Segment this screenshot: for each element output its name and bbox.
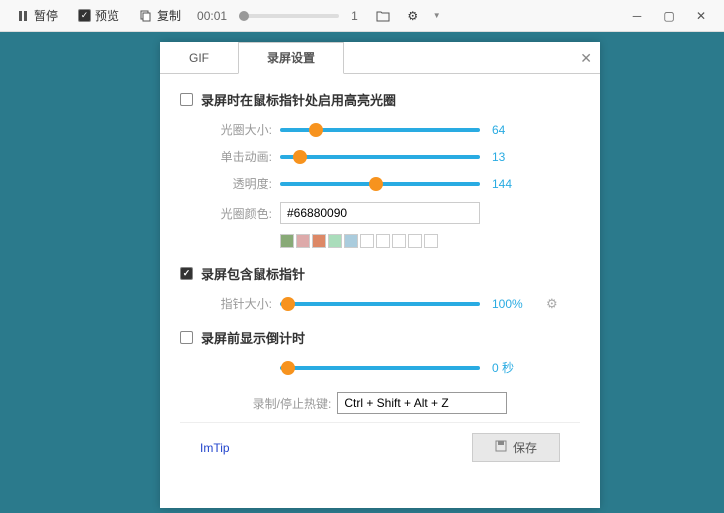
copy-icon bbox=[139, 9, 153, 23]
pause-icon bbox=[16, 9, 30, 23]
preview-button[interactable]: 预览 bbox=[70, 3, 127, 28]
opacity-value: 144 bbox=[492, 177, 542, 191]
countdown-checkbox[interactable] bbox=[180, 331, 193, 344]
color-swatch[interactable] bbox=[280, 234, 294, 248]
ring-size-slider[interactable] bbox=[280, 128, 480, 132]
pause-button[interactable]: 暂停 bbox=[8, 3, 66, 28]
tab-gif[interactable]: GIF bbox=[160, 42, 238, 73]
dialog-close-icon[interactable]: ✕ bbox=[580, 50, 592, 67]
color-swatches bbox=[180, 234, 580, 248]
dropdown-icon[interactable]: ▼ bbox=[430, 9, 444, 23]
pause-label: 暂停 bbox=[34, 7, 58, 24]
click-anim-thumb[interactable] bbox=[293, 150, 307, 164]
settings-dialog: GIF 录屏设置 ✕ 录屏时在鼠标指针处启用高亮光圈 光圈大小: 64 单击动画… bbox=[160, 42, 600, 508]
highlight-section: 录屏时在鼠标指针处启用高亮光圈 光圈大小: 64 单击动画: 13 透明度: 1… bbox=[180, 90, 580, 248]
click-anim-value: 13 bbox=[492, 150, 542, 164]
frame-slider[interactable] bbox=[239, 14, 339, 18]
folder-icon[interactable] bbox=[376, 9, 390, 23]
settings-icon[interactable]: ⚙ bbox=[406, 9, 420, 23]
pointer-size-label: 指针大小: bbox=[204, 295, 272, 312]
close-button[interactable]: ✕ bbox=[686, 6, 716, 26]
time-display: 00:01 bbox=[197, 9, 227, 23]
copy-label: 复制 bbox=[157, 7, 181, 24]
opacity-label: 透明度: bbox=[204, 175, 272, 192]
hotkey-input[interactable] bbox=[337, 392, 507, 414]
countdown-thumb[interactable] bbox=[281, 361, 295, 375]
ring-size-value: 64 bbox=[492, 123, 542, 137]
color-swatch[interactable] bbox=[296, 234, 310, 248]
opacity-thumb[interactable] bbox=[369, 177, 383, 191]
ring-size-label: 光圈大小: bbox=[204, 121, 272, 138]
frame-slider-thumb[interactable] bbox=[239, 11, 249, 21]
preview-checkbox-icon bbox=[78, 9, 91, 22]
tab-bar: GIF 录屏设置 ✕ bbox=[160, 42, 600, 74]
ring-color-label: 光圈颜色: bbox=[204, 205, 272, 222]
highlight-title: 录屏时在鼠标指针处启用高亮光圈 bbox=[201, 90, 396, 109]
color-swatch[interactable] bbox=[392, 234, 406, 248]
opacity-slider[interactable] bbox=[280, 182, 480, 186]
frame-number: 1 bbox=[351, 9, 358, 23]
save-icon bbox=[495, 440, 507, 455]
color-swatch[interactable] bbox=[408, 234, 422, 248]
maximize-button[interactable]: ▢ bbox=[654, 6, 684, 26]
pointer-size-thumb[interactable] bbox=[281, 297, 295, 311]
copy-button[interactable]: 复制 bbox=[131, 3, 189, 28]
capture-background: GIF 录屏设置 ✕ 录屏时在鼠标指针处启用高亮光圈 光圈大小: 64 单击动画… bbox=[0, 32, 724, 513]
countdown-title: 录屏前显示倒计时 bbox=[201, 328, 305, 347]
ring-color-input[interactable] bbox=[280, 202, 480, 224]
pointer-size-slider[interactable] bbox=[280, 302, 480, 306]
color-swatch[interactable] bbox=[424, 234, 438, 248]
hotkey-label: 录制/停止热键: bbox=[253, 395, 332, 412]
countdown-value: 0 秒 bbox=[492, 359, 542, 376]
cursor-title: 录屏包含鼠标指针 bbox=[201, 264, 305, 283]
save-button[interactable]: 保存 bbox=[472, 433, 560, 462]
pointer-size-value: 100% bbox=[492, 297, 542, 311]
color-swatch[interactable] bbox=[344, 234, 358, 248]
countdown-section: 录屏前显示倒计时 0 秒 bbox=[180, 328, 580, 376]
cursor-section: 录屏包含鼠标指针 指针大小: 100% ⚙ bbox=[180, 264, 580, 312]
color-swatch[interactable] bbox=[328, 234, 342, 248]
color-swatch[interactable] bbox=[376, 234, 390, 248]
highlight-checkbox[interactable] bbox=[180, 93, 193, 106]
color-swatch[interactable] bbox=[312, 234, 326, 248]
cursor-checkbox[interactable] bbox=[180, 267, 193, 280]
pointer-settings-icon[interactable]: ⚙ bbox=[546, 296, 558, 312]
minimize-button[interactable]: ─ bbox=[622, 6, 652, 26]
countdown-slider[interactable] bbox=[280, 366, 480, 370]
click-anim-label: 单击动画: bbox=[204, 148, 272, 165]
ring-size-thumb[interactable] bbox=[309, 123, 323, 137]
preview-label: 预览 bbox=[95, 7, 119, 24]
color-swatch[interactable] bbox=[360, 234, 374, 248]
imtip-link[interactable]: ImTip bbox=[200, 441, 230, 455]
click-anim-slider[interactable] bbox=[280, 155, 480, 159]
save-label: 保存 bbox=[513, 439, 537, 456]
tab-record-settings[interactable]: 录屏设置 bbox=[238, 42, 344, 74]
toolbar: 暂停 预览 复制 00:01 1 ⚙ ▼ ─ ▢ ✕ bbox=[0, 0, 724, 32]
